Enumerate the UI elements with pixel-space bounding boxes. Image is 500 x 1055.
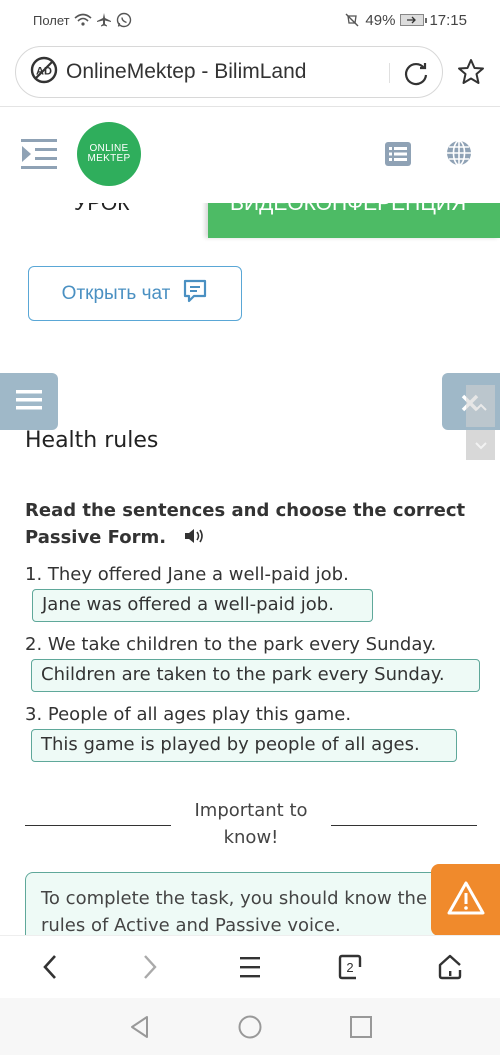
info-text-line1: To complete the task, you should know th… bbox=[41, 888, 428, 909]
speaker-icon[interactable] bbox=[184, 525, 206, 552]
lesson-title: Health rules bbox=[25, 428, 159, 453]
bookmark-star-icon[interactable] bbox=[456, 57, 486, 87]
browser-bottom-bar: 2 bbox=[0, 935, 500, 998]
system-nav-bar bbox=[0, 998, 500, 1055]
globe-icon[interactable] bbox=[446, 140, 472, 166]
chat-bubble-icon bbox=[182, 278, 208, 310]
status-left: Полет bbox=[33, 12, 132, 28]
back-icon[interactable] bbox=[32, 949, 68, 985]
open-chat-button[interactable]: Открыть чат bbox=[28, 266, 242, 321]
whatsapp-icon bbox=[116, 12, 132, 28]
home-icon[interactable] bbox=[432, 949, 468, 985]
logo-line2: MEKTEP bbox=[87, 153, 131, 164]
battery-percent: 49% bbox=[365, 11, 396, 29]
system-back-icon[interactable] bbox=[127, 1014, 153, 1040]
tabs-button[interactable]: 2 bbox=[332, 949, 368, 985]
clock: 17:15 bbox=[429, 11, 467, 29]
report-problem-button[interactable] bbox=[431, 864, 500, 936]
question-text: 2. We take children to the park every Su… bbox=[25, 633, 437, 655]
list-icon[interactable] bbox=[385, 142, 411, 166]
info-box: To complete the task, you should know th… bbox=[25, 872, 445, 942]
adblock-icon[interactable]: AD bbox=[30, 56, 58, 88]
answer-option[interactable]: Jane was offered a well-paid job. bbox=[32, 588, 373, 622]
question-item: 3. People of all ages play this game. Th… bbox=[25, 703, 485, 762]
address-bar[interactable]: AD OnlineMektep - BilimLand bbox=[15, 46, 443, 98]
reload-icon[interactable] bbox=[402, 59, 430, 87]
menu-icon[interactable] bbox=[232, 949, 268, 985]
scroll-up-button[interactable] bbox=[466, 385, 495, 427]
mute-icon bbox=[344, 12, 360, 28]
system-home-icon[interactable] bbox=[237, 1014, 263, 1040]
battery-icon bbox=[400, 14, 428, 26]
sidebar-toggle-icon[interactable] bbox=[21, 138, 57, 170]
open-chat-label: Открыть чат bbox=[61, 282, 171, 304]
forward-icon[interactable] bbox=[132, 949, 168, 985]
hamburger-icon bbox=[16, 389, 42, 415]
address-divider bbox=[389, 63, 390, 83]
site-header: ONLINE MEKTEP bbox=[0, 108, 500, 203]
question-text: 3. People of all ages play this game. bbox=[25, 703, 352, 725]
question-text: 1. They offered Jane a well-paid job. bbox=[25, 563, 349, 585]
online-mektep-logo[interactable]: ONLINE MEKTEP bbox=[77, 122, 141, 186]
wifi-icon bbox=[74, 13, 92, 27]
task-instruction-text: Read the sentences and choose the correc… bbox=[25, 500, 466, 548]
question-item: 2. We take children to the park every Su… bbox=[25, 633, 485, 692]
browser-toolbar: AD OnlineMektep - BilimLand bbox=[0, 40, 500, 107]
airplane-icon bbox=[96, 12, 112, 28]
system-recents-icon[interactable] bbox=[348, 1014, 374, 1040]
chevron-up-icon bbox=[474, 397, 488, 416]
divider-line-right bbox=[331, 825, 477, 826]
status-bar: Полет 49% 17:15 bbox=[0, 0, 500, 40]
answer-option[interactable]: This game is played by people of all age… bbox=[31, 728, 457, 762]
side-menu-button[interactable] bbox=[0, 373, 58, 430]
carrier-label: Полет bbox=[33, 12, 70, 28]
tab-count: 2 bbox=[346, 959, 354, 975]
status-right: 49% 17:15 bbox=[344, 12, 467, 29]
divider-line-left bbox=[25, 825, 171, 826]
task-instruction: Read the sentences and choose the correc… bbox=[25, 497, 485, 552]
answer-option[interactable]: Children are taken to the park every Sun… bbox=[31, 658, 480, 692]
warning-icon bbox=[446, 880, 486, 920]
important-label: Important to know! bbox=[194, 800, 308, 848]
important-divider: Important to know! bbox=[25, 797, 477, 851]
lesson-content: Health rules Read the sentences and choo… bbox=[25, 428, 485, 762]
page-title-address[interactable]: OnlineMektep - BilimLand bbox=[66, 60, 306, 84]
question-item: 1. They offered Jane a well-paid job. Ja… bbox=[25, 563, 485, 622]
